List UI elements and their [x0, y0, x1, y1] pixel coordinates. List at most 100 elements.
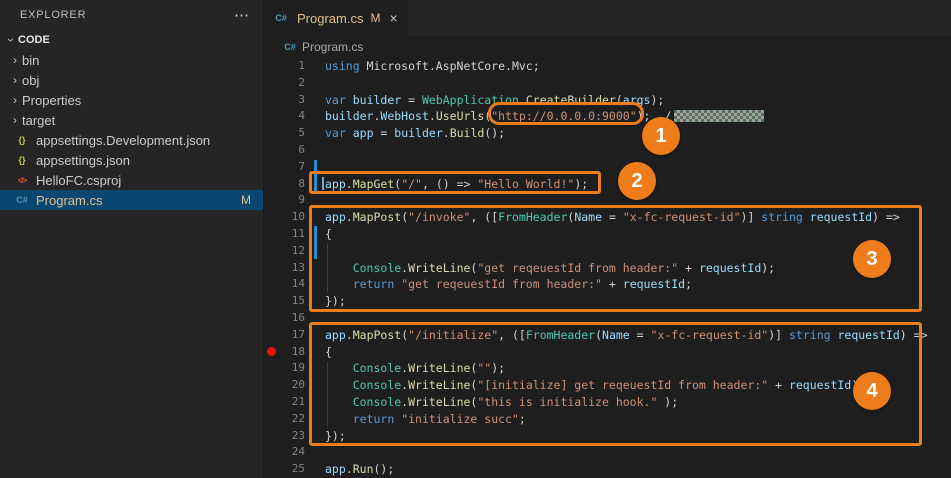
- line-number: 9: [298, 193, 305, 207]
- explorer-sidebar: EXPLORER ⋯ › CODE › bin › obj › Properties › ta…: [0, 0, 263, 478]
- code-line-6[interactable]: 6: [263, 142, 951, 159]
- code-token: WriteLine: [408, 361, 471, 376]
- code-line-23[interactable]: 23});: [263, 428, 951, 445]
- code-token: "x-fc-request-id": [650, 327, 769, 342]
- code-token: =: [373, 126, 395, 141]
- code-text: Console.WriteLine("[initialize] get reqe…: [305, 377, 865, 394]
- code-token: "/invoke": [408, 210, 471, 225]
- more-actions-icon[interactable]: ⋯: [234, 6, 249, 24]
- code-token: WebHost: [380, 109, 429, 124]
- code-line-10[interactable]: 10 app.MapPost("/invoke", ([FromHeader(Na…: [263, 209, 951, 226]
- code-line-20[interactable]: 20 Console.WriteLine("[initialize] get r…: [263, 377, 951, 394]
- code-token: requestId: [698, 260, 762, 275]
- code-token: );: [851, 378, 866, 393]
- code-line-5[interactable]: 5 var app = builder.Build();: [263, 125, 951, 142]
- code-line-3[interactable]: 3 var builder = WebApplication.CreateBuil…: [263, 92, 951, 109]
- file-item[interactable]: {} appsettings.Development.json: [0, 130, 263, 150]
- code-token: );: [491, 361, 506, 376]
- code-token: .: [345, 327, 353, 342]
- code-text: });: [305, 293, 346, 310]
- code-token: requestId: [809, 210, 873, 225]
- code-editor[interactable]: 1 using Microsoft.AspNetCore.Mvc; 2 3 var bu…: [263, 58, 951, 478]
- code-token: , ([: [498, 327, 526, 342]
- code-token: WebApplication: [421, 92, 519, 107]
- file-item[interactable]: {} appsettings.json: [0, 150, 263, 170]
- code-line-9[interactable]: 9: [263, 192, 951, 209]
- editor-tab-bar: C# Program.cs M ×: [263, 0, 951, 36]
- code-line-12[interactable]: 12: [263, 243, 951, 260]
- code-line-4[interactable]: 4 builder.WebHost.UseUrls("http://0.0.0.0…: [263, 108, 951, 125]
- code-line-24[interactable]: 24: [263, 444, 951, 461]
- tab-label: Program.cs: [297, 10, 364, 26]
- line-number: 8: [298, 176, 305, 190]
- line-number: 17: [291, 327, 305, 341]
- breadcrumb-file: Program.cs: [302, 40, 364, 54]
- code-line-2[interactable]: 2: [263, 75, 951, 92]
- file-item[interactable]: </> HelloFC.csproj: [0, 170, 263, 190]
- line-number: 4: [298, 109, 305, 123]
- code-text: return "initialize succ";: [305, 411, 526, 428]
- code-token: requestId: [622, 277, 686, 292]
- code-line-13[interactable]: 13 Console.WriteLine("get reqeuestId fro…: [263, 260, 951, 277]
- close-icon[interactable]: ×: [389, 10, 397, 26]
- code-token: );: [761, 260, 776, 275]
- line-number: 25: [291, 462, 305, 476]
- code-text: {: [305, 344, 332, 361]
- code-line-21[interactable]: 21 Console.WriteLine("this is initialize…: [263, 394, 951, 411]
- code-line-16[interactable]: 16: [263, 310, 951, 327]
- explorer-header: EXPLORER ⋯: [0, 0, 263, 30]
- code-line-18[interactable]: 18{: [263, 344, 951, 361]
- code-token: Console: [352, 361, 402, 376]
- line-number: 20: [291, 378, 305, 392]
- code-token: .: [518, 92, 526, 107]
- code-line-8[interactable]: 8 app.MapGet("/", () => "Hello World!");: [263, 176, 951, 193]
- code-token: WriteLine: [408, 260, 471, 275]
- chevron-right-icon: ›: [13, 53, 17, 67]
- line-number: 19: [291, 361, 305, 375]
- code-token: .: [428, 109, 436, 124]
- code-line-17[interactable]: 17 app.MapPost ("/initialize", ([FromHeade…: [263, 327, 951, 344]
- code-text: Console.WriteLine("get reqeuestId from h…: [305, 260, 775, 277]
- section-code[interactable]: › CODE: [0, 30, 263, 50]
- code-line-19[interactable]: 19 Console.WriteLine("");: [263, 360, 951, 377]
- code-text: app.MapPost("/invoke", ([FromHeader(Name…: [305, 209, 900, 226]
- tab-program-cs[interactable]: C# Program.cs M ×: [263, 0, 409, 36]
- folder-item-Properties[interactable]: › Properties: [0, 90, 263, 110]
- code-token: (: [615, 92, 623, 107]
- code-token: builder: [325, 109, 374, 124]
- folder-item-bin[interactable]: › bin: [0, 50, 263, 70]
- chevron-right-icon: ›: [13, 73, 17, 87]
- code-line-7[interactable]: 7: [263, 159, 951, 176]
- folder-item-obj[interactable]: › obj: [0, 70, 263, 90]
- code-token: ();: [484, 126, 506, 141]
- line-number: 12: [291, 243, 305, 257]
- code-text: {: [305, 226, 332, 243]
- file-item[interactable]: C# Program.cs M: [0, 190, 263, 210]
- code-line-25[interactable]: 25 app.Run();: [263, 461, 951, 478]
- code-line-22[interactable]: 22 return "initialize succ";: [263, 411, 951, 428]
- code-text: });: [305, 428, 346, 445]
- folder-item-target[interactable]: › target: [0, 110, 263, 130]
- code-line-14[interactable]: 14 return "get reqeuestId from header:" …: [263, 276, 951, 293]
- code-token: .: [345, 462, 353, 477]
- code-line-11[interactable]: 11 {: [263, 226, 951, 243]
- explorer-title: EXPLORER: [20, 9, 87, 21]
- code-token: .: [345, 176, 353, 191]
- code-line-1[interactable]: 1 using Microsoft.AspNetCore.Mvc;: [263, 58, 951, 75]
- code-token: app: [325, 327, 346, 342]
- code-text: app.MapGet("/", () => "Hello World!");: [305, 176, 588, 193]
- breadcrumb[interactable]: C# Program.cs: [263, 36, 951, 58]
- chevron-down-icon: ›: [4, 38, 18, 42]
- code-token: Name: [602, 327, 630, 342]
- code-text: app.MapPost("/initialize", ([FromHeader(…: [305, 327, 928, 344]
- breakpoint-dot[interactable]: [267, 347, 276, 356]
- vscode-window: EXPLORER ⋯ › CODE › bin › obj › Properties › ta…: [0, 0, 951, 478]
- code-token: Console: [352, 394, 402, 409]
- code-line-15[interactable]: 15});: [263, 293, 951, 310]
- folder-label: target: [22, 112, 56, 128]
